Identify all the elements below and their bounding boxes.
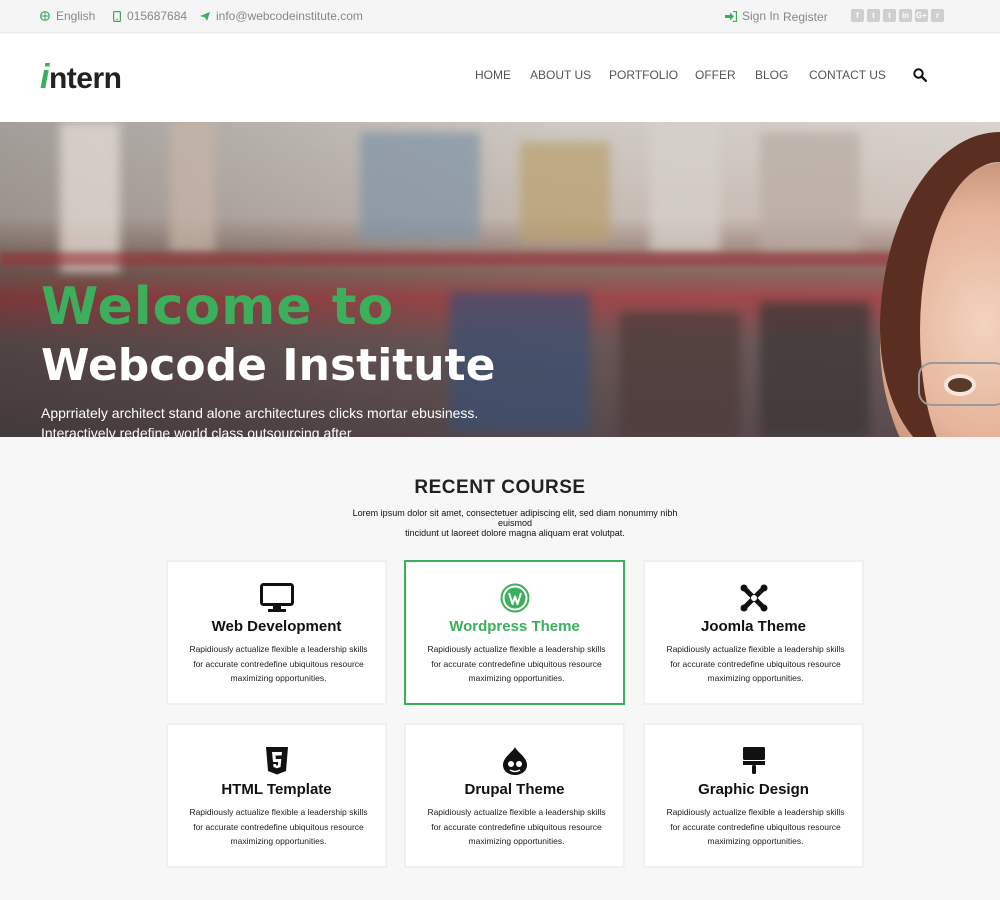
top-bar: English 015687684 info@webcodeinstitute.…: [0, 0, 1000, 33]
site-header: intern HOME ABOUT US PORTFOLIO OFFER BLO…: [0, 34, 1000, 122]
twitter-icon[interactable]: t: [867, 9, 880, 22]
phone-info: 015687684: [113, 9, 187, 23]
course-card-drupal-theme[interactable]: Drupal Theme Rapidiously actualize flexi…: [404, 723, 625, 868]
nav-item-home[interactable]: HOME: [475, 68, 511, 82]
sign-in-label: Sign In: [742, 9, 780, 23]
sign-in-icon: [725, 10, 737, 22]
hero-description-line1: Apprriately architect stand alone archit…: [41, 405, 479, 421]
course-description: Rapidiously actualize flexible a leaders…: [666, 807, 845, 846]
course-title: Web Development: [211, 618, 342, 635]
course-card-web-development[interactable]: Web Development Rapidiously actualize fl…: [166, 560, 387, 705]
site-logo[interactable]: intern: [40, 58, 122, 97]
course-card-graphic-design[interactable]: Graphic Design Rapidiously actualize fle…: [643, 723, 864, 868]
globe-icon: [40, 11, 50, 21]
course-title: HTML Template: [221, 781, 332, 798]
googleplus-icon[interactable]: G+: [915, 9, 928, 22]
hero-description: Apprriately architect stand alone archit…: [41, 403, 511, 437]
course-description: Rapidiously actualize flexible a leaders…: [189, 807, 368, 846]
phone-number: 015687684: [127, 9, 188, 23]
tumblr-icon[interactable]: t: [883, 9, 896, 22]
wordpress-icon: [500, 583, 529, 613]
course-title: Wordpress Theme: [449, 618, 580, 635]
logo-i: i: [40, 58, 49, 96]
hero-bg-book: [170, 122, 215, 252]
course-description: Rapidiously actualize flexible a leaders…: [427, 807, 606, 846]
hero-bg-book: [60, 122, 120, 272]
joomla-icon: [740, 584, 767, 612]
hero-title-welcome: Welcome to: [41, 277, 395, 337]
language-selector[interactable]: English: [40, 9, 95, 23]
nav-item-blog[interactable]: BLOG: [755, 68, 788, 82]
course-description: Rapidiously actualize flexible a leaders…: [427, 644, 606, 683]
email-info[interactable]: info@webcodeinstitute.com: [200, 9, 363, 23]
nav-item-contact-us[interactable]: CONTACT US: [809, 68, 886, 82]
hero-bg-book: [760, 302, 870, 437]
social-links: f t t in G+ r: [851, 9, 944, 22]
register-link[interactable]: Register: [783, 10, 828, 24]
section-subtitle-line1: Lorem ipsum dolor sit amet, consectetuer…: [352, 508, 678, 528]
course-title: Drupal Theme: [464, 781, 565, 798]
sign-in-link[interactable]: Sign In: [725, 9, 779, 23]
monitor-icon: [259, 583, 294, 612]
email-address: info@webcodeinstitute.com: [216, 9, 363, 23]
linkedin-icon[interactable]: in: [899, 9, 912, 22]
nav-item-portfolio[interactable]: PORTFOLIO: [609, 68, 678, 82]
search-icon[interactable]: [913, 68, 927, 82]
section-title: RECENT COURSE: [414, 477, 586, 498]
course-title: Joomla Theme: [700, 618, 807, 635]
section-subtitle: Lorem ipsum dolor sit amet, consectetuer…: [335, 508, 695, 538]
nav-item-offer[interactable]: OFFER: [695, 68, 736, 82]
course-card-html-template[interactable]: HTML Template Rapidiously actualize flex…: [166, 723, 387, 868]
facebook-icon[interactable]: f: [851, 9, 864, 22]
mobile-phone-icon: [113, 10, 121, 22]
hero-title-institute: Webcode Institute: [41, 340, 496, 391]
nav-item-about-us[interactable]: ABOUT US: [530, 68, 591, 82]
hero-bg-shelf: [0, 252, 900, 266]
paper-plane-icon: [200, 11, 210, 21]
hero-bg-book: [360, 132, 480, 242]
hero-description-line2: Interactively redefine world class outso…: [41, 425, 352, 437]
hero-banner: Welcome to Webcode Institute Apprriately…: [0, 122, 1000, 437]
hero-bg-book: [650, 122, 720, 252]
course-description: Rapidiously actualize flexible a leaders…: [666, 644, 845, 683]
paint-brush-icon: [742, 747, 765, 774]
rss-icon[interactable]: r: [931, 9, 944, 22]
logo-text: ntern: [48, 62, 122, 95]
hero-bg-book: [760, 132, 860, 252]
section-subtitle-line2: tincidunt ut laoreet dolore magna aliqua…: [405, 528, 625, 538]
hero-person-glasses: [918, 362, 1000, 406]
hero-bg-book: [520, 142, 610, 242]
hero-bg-book: [620, 312, 740, 437]
language-label: English: [56, 9, 96, 23]
course-title: Graphic Design: [698, 781, 809, 798]
html5-icon: [265, 747, 288, 775]
drupal-icon: [502, 747, 527, 775]
course-description: Rapidiously actualize flexible a leaders…: [189, 644, 368, 683]
course-card-wordpress-theme[interactable]: Wordpress Theme Rapidiously actualize fl…: [404, 560, 625, 705]
course-card-joomla-theme[interactable]: Joomla Theme Rapidiously actualize flexi…: [643, 560, 864, 705]
